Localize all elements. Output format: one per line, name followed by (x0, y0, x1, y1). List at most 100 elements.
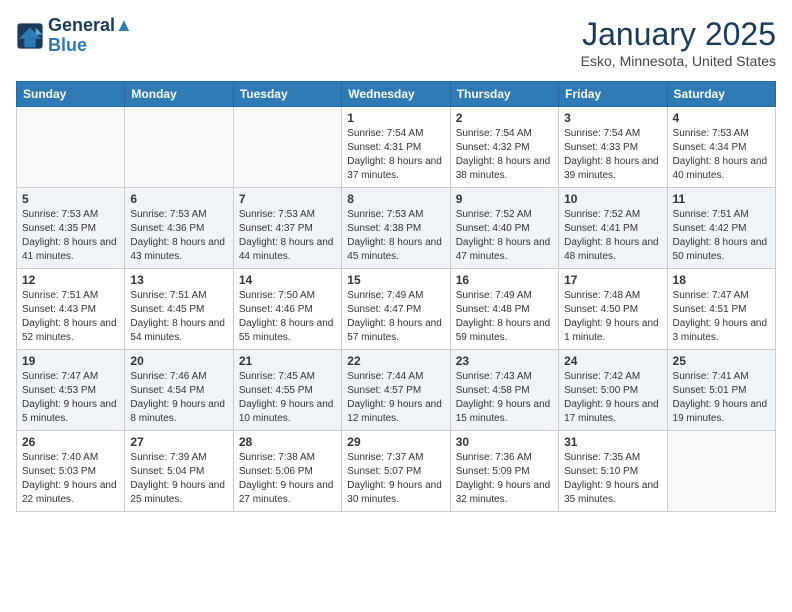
calendar-week-2: 5Sunrise: 7:53 AM Sunset: 4:35 PM Daylig… (17, 188, 776, 269)
day-info: Sunrise: 7:54 AM Sunset: 4:33 PM Dayligh… (564, 127, 661, 183)
empty-cell (17, 107, 125, 188)
day-number: 19 (22, 354, 119, 368)
day-number: 18 (673, 273, 770, 287)
calendar-day-19: 19 Sunrise: 7:47 AM Sunset: 4:53 PM Dayli… (17, 350, 125, 431)
day-info: Sunrise: 7:47 AM Sunset: 4:53 PM Dayligh… (22, 370, 119, 426)
calendar-day-6: 6 Sunrise: 7:53 AM Sunset: 4:36 PM Daylig… (125, 188, 233, 269)
page-header: General▲ Blue January 2025 Esko, Minneso… (16, 16, 776, 69)
day-info: Sunrise: 7:50 AM Sunset: 4:46 PM Dayligh… (239, 289, 336, 345)
day-number: 17 (564, 273, 661, 287)
day-info: Sunrise: 7:51 AM Sunset: 4:42 PM Dayligh… (673, 208, 770, 264)
day-number: 15 (347, 273, 444, 287)
day-info: Sunrise: 7:53 AM Sunset: 4:35 PM Dayligh… (22, 208, 119, 264)
calendar-day-12: 12 Sunrise: 7:51 AM Sunset: 4:43 PM Dayli… (17, 269, 125, 350)
day-number: 7 (239, 192, 336, 206)
calendar-day-5: 5Sunrise: 7:53 AM Sunset: 4:35 PM Daylig… (17, 188, 125, 269)
day-number: 21 (239, 354, 336, 368)
day-number: 29 (347, 435, 444, 449)
day-number: 22 (347, 354, 444, 368)
day-info: Sunrise: 7:47 AM Sunset: 4:51 PM Dayligh… (673, 289, 770, 345)
calendar-day-20: 20Sunrise: 7:46 AM Sunset: 4:54 PM Dayli… (125, 350, 233, 431)
calendar-day-10: 10Sunrise: 7:52 AM Sunset: 4:41 PM Dayli… (559, 188, 667, 269)
day-number: 11 (673, 192, 770, 206)
calendar-table: SundayMondayTuesdayWednesdayThursdayFrid… (16, 81, 776, 512)
calendar-day-26: 26 Sunrise: 7:40 AM Sunset: 5:03 PM Dayli… (17, 431, 125, 512)
title-block: January 2025 Esko, Minnesota, United Sta… (581, 16, 776, 69)
calendar-day-15: 15 Sunrise: 7:49 AM Sunset: 4:47 PM Dayli… (342, 269, 450, 350)
calendar-day-23: 23Sunrise: 7:43 AM Sunset: 4:58 PM Dayli… (450, 350, 558, 431)
day-info: Sunrise: 7:46 AM Sunset: 4:54 PM Dayligh… (130, 370, 227, 426)
calendar-day-17: 17 Sunrise: 7:48 AM Sunset: 4:50 PM Dayli… (559, 269, 667, 350)
calendar-day-16: 16 Sunrise: 7:49 AM Sunset: 4:48 PM Dayli… (450, 269, 558, 350)
day-header-wednesday: Wednesday (342, 82, 450, 107)
day-info: Sunrise: 7:40 AM Sunset: 5:03 PM Dayligh… (22, 451, 119, 507)
calendar-week-4: 19 Sunrise: 7:47 AM Sunset: 4:53 PM Dayli… (17, 350, 776, 431)
calendar-day-18: 18 Sunrise: 7:47 AM Sunset: 4:51 PM Dayli… (667, 269, 775, 350)
day-info: Sunrise: 7:37 AM Sunset: 5:07 PM Dayligh… (347, 451, 444, 507)
day-number: 8 (347, 192, 444, 206)
calendar-day-7: 7Sunrise: 7:53 AM Sunset: 4:37 PM Daylig… (233, 188, 341, 269)
day-number: 30 (456, 435, 553, 449)
day-number: 10 (564, 192, 661, 206)
day-number: 3 (564, 111, 661, 125)
day-info: Sunrise: 7:36 AM Sunset: 5:09 PM Dayligh… (456, 451, 553, 507)
day-info: Sunrise: 7:41 AM Sunset: 5:01 PM Dayligh… (673, 370, 770, 426)
day-info: Sunrise: 7:54 AM Sunset: 4:31 PM Dayligh… (347, 127, 444, 183)
day-number: 24 (564, 354, 661, 368)
day-number: 16 (456, 273, 553, 287)
calendar-day-4: 4 Sunrise: 7:53 AM Sunset: 4:34 PM Daylig… (667, 107, 775, 188)
empty-cell (125, 107, 233, 188)
calendar-day-31: 31 Sunrise: 7:35 AM Sunset: 5:10 PM Dayli… (559, 431, 667, 512)
day-number: 12 (22, 273, 119, 287)
day-info: Sunrise: 7:44 AM Sunset: 4:57 PM Dayligh… (347, 370, 444, 426)
day-info: Sunrise: 7:53 AM Sunset: 4:36 PM Dayligh… (130, 208, 227, 264)
day-number: 23 (456, 354, 553, 368)
calendar-day-8: 8 Sunrise: 7:53 AM Sunset: 4:38 PM Daylig… (342, 188, 450, 269)
day-info: Sunrise: 7:52 AM Sunset: 4:40 PM Dayligh… (456, 208, 553, 264)
calendar-week-5: 26 Sunrise: 7:40 AM Sunset: 5:03 PM Dayli… (17, 431, 776, 512)
calendar-day-30: 30 Sunrise: 7:36 AM Sunset: 5:09 PM Dayli… (450, 431, 558, 512)
calendar-day-25: 25 Sunrise: 7:41 AM Sunset: 5:01 PM Dayli… (667, 350, 775, 431)
logo-text: General▲ Blue (48, 16, 133, 56)
calendar-day-21: 21 Sunrise: 7:45 AM Sunset: 4:55 PM Dayli… (233, 350, 341, 431)
day-number: 9 (456, 192, 553, 206)
day-number: 13 (130, 273, 227, 287)
day-info: Sunrise: 7:51 AM Sunset: 4:45 PM Dayligh… (130, 289, 227, 345)
day-info: Sunrise: 7:35 AM Sunset: 5:10 PM Dayligh… (564, 451, 661, 507)
day-number: 2 (456, 111, 553, 125)
logo-icon (16, 22, 44, 50)
day-info: Sunrise: 7:53 AM Sunset: 4:34 PM Dayligh… (673, 127, 770, 183)
calendar-day-9: 9 Sunrise: 7:52 AM Sunset: 4:40 PM Daylig… (450, 188, 558, 269)
subtitle: Esko, Minnesota, United States (581, 53, 776, 69)
calendar-day-13: 13 Sunrise: 7:51 AM Sunset: 4:45 PM Dayli… (125, 269, 233, 350)
logo: General▲ Blue (16, 16, 133, 56)
calendar-day-22: 22 Sunrise: 7:44 AM Sunset: 4:57 PM Dayli… (342, 350, 450, 431)
day-info: Sunrise: 7:45 AM Sunset: 4:55 PM Dayligh… (239, 370, 336, 426)
day-info: Sunrise: 7:54 AM Sunset: 4:32 PM Dayligh… (456, 127, 553, 183)
day-info: Sunrise: 7:49 AM Sunset: 4:48 PM Dayligh… (456, 289, 553, 345)
main-title: January 2025 (581, 16, 776, 53)
calendar-day-11: 11 Sunrise: 7:51 AM Sunset: 4:42 PM Dayli… (667, 188, 775, 269)
day-info: Sunrise: 7:51 AM Sunset: 4:43 PM Dayligh… (22, 289, 119, 345)
day-info: Sunrise: 7:39 AM Sunset: 5:04 PM Dayligh… (130, 451, 227, 507)
day-info: Sunrise: 7:38 AM Sunset: 5:06 PM Dayligh… (239, 451, 336, 507)
day-info: Sunrise: 7:49 AM Sunset: 4:47 PM Dayligh… (347, 289, 444, 345)
day-number: 14 (239, 273, 336, 287)
day-number: 27 (130, 435, 227, 449)
day-header-sunday: Sunday (17, 82, 125, 107)
calendar-day-3: 3 Sunrise: 7:54 AM Sunset: 4:33 PM Daylig… (559, 107, 667, 188)
day-number: 4 (673, 111, 770, 125)
day-header-thursday: Thursday (450, 82, 558, 107)
calendar-day-27: 27 Sunrise: 7:39 AM Sunset: 5:04 PM Dayli… (125, 431, 233, 512)
calendar-header-row: SundayMondayTuesdayWednesdayThursdayFrid… (17, 82, 776, 107)
calendar-day-1: 1Sunrise: 7:54 AM Sunset: 4:31 PM Daylig… (342, 107, 450, 188)
calendar-day-2: 2 Sunrise: 7:54 AM Sunset: 4:32 PM Daylig… (450, 107, 558, 188)
calendar-day-28: 28Sunrise: 7:38 AM Sunset: 5:06 PM Dayli… (233, 431, 341, 512)
day-header-friday: Friday (559, 82, 667, 107)
day-number: 31 (564, 435, 661, 449)
day-number: 25 (673, 354, 770, 368)
day-number: 6 (130, 192, 227, 206)
day-info: Sunrise: 7:48 AM Sunset: 4:50 PM Dayligh… (564, 289, 661, 345)
day-number: 26 (22, 435, 119, 449)
day-info: Sunrise: 7:53 AM Sunset: 4:38 PM Dayligh… (347, 208, 444, 264)
